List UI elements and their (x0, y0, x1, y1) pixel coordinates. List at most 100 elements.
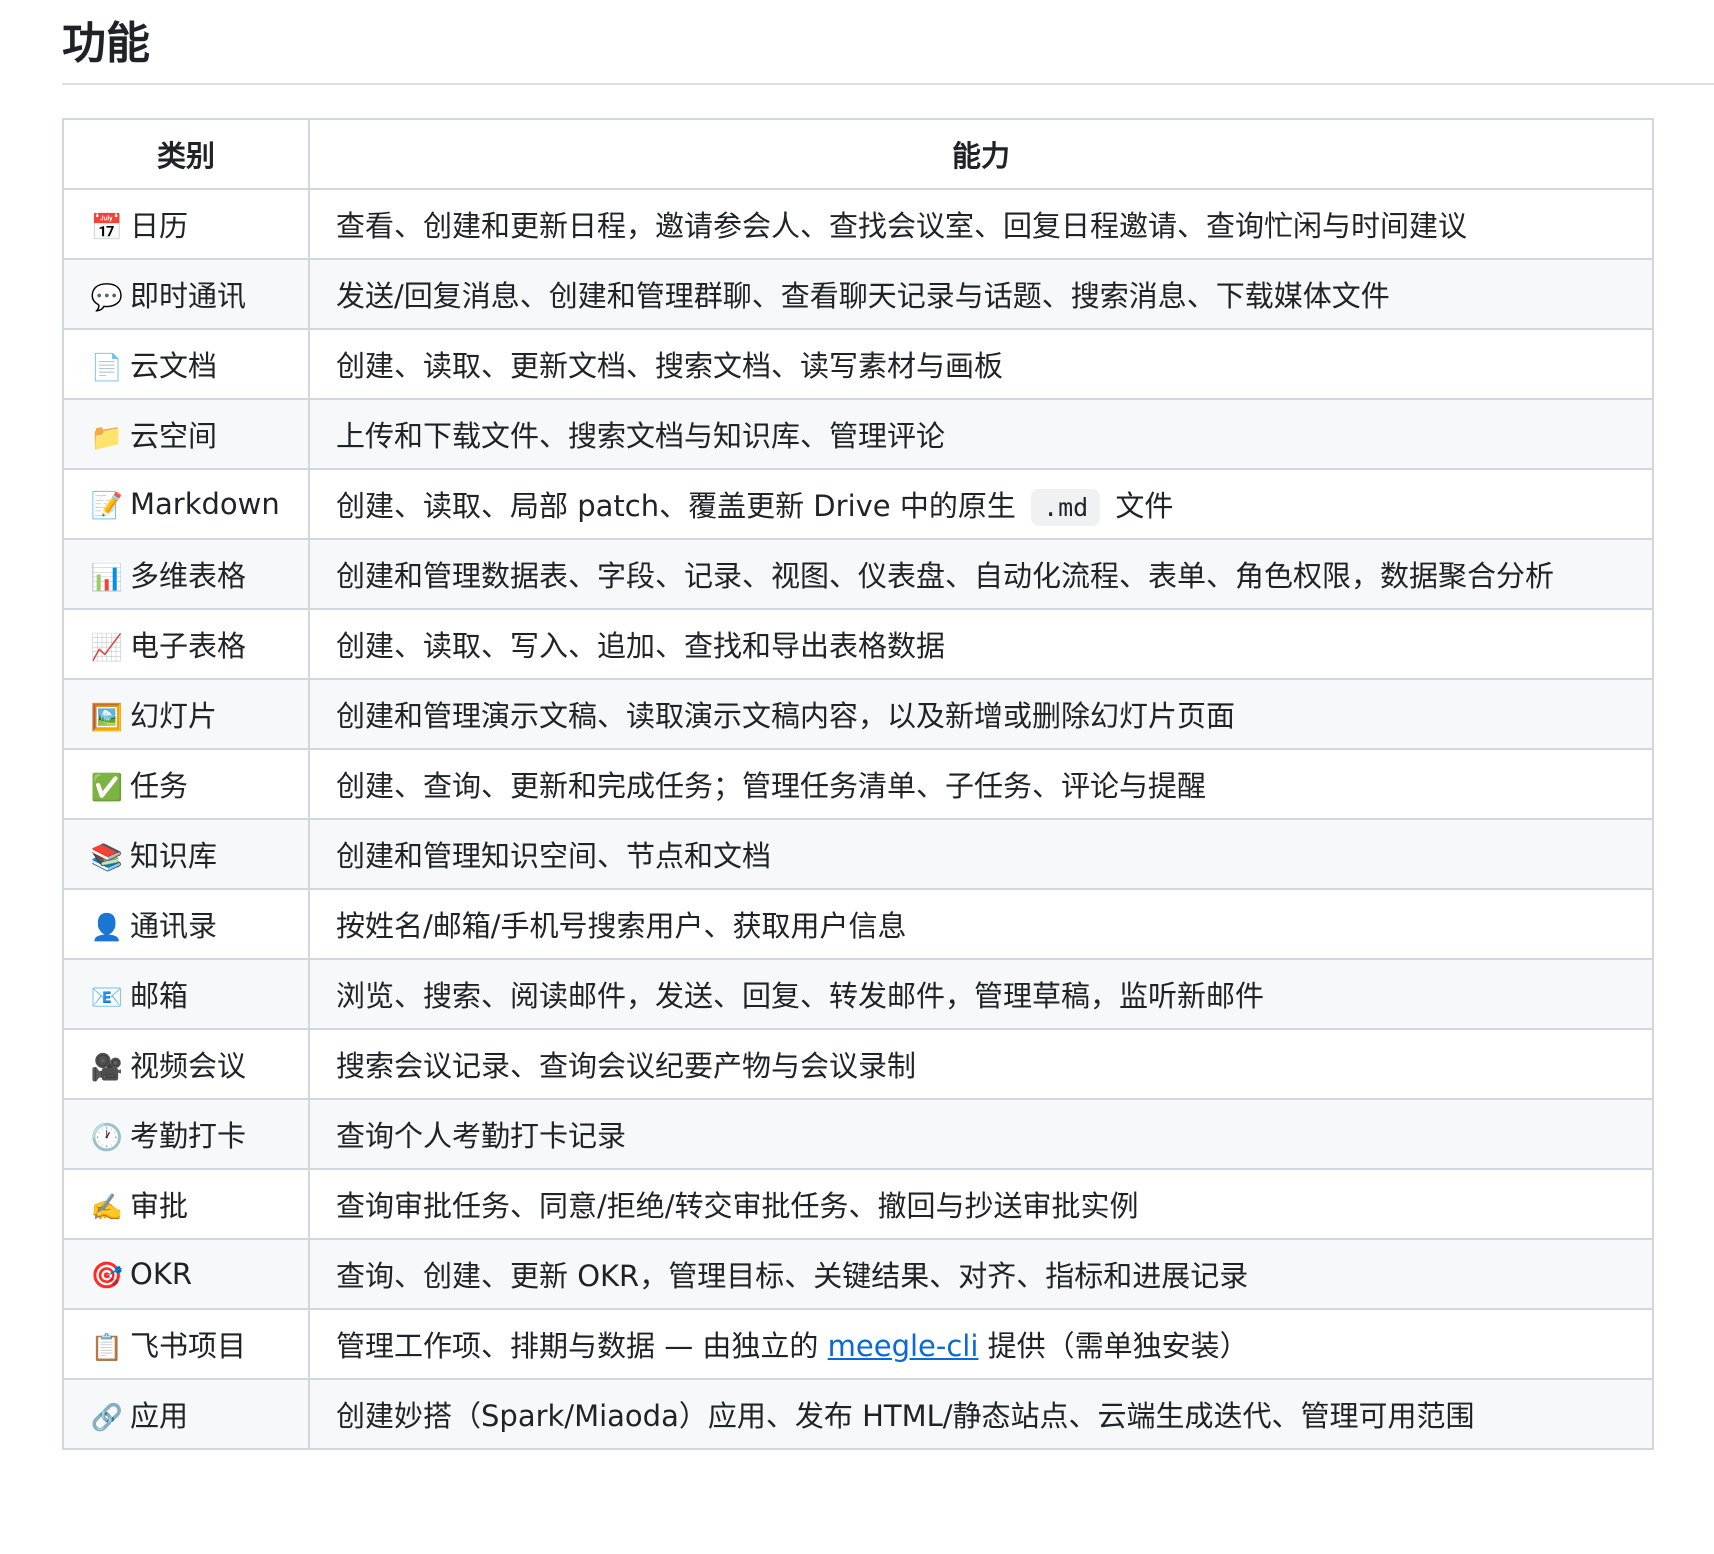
table-row: 📁 云空间 上传和下载文件、搜索文档与知识库、管理评论 (62, 398, 1654, 470)
ability-cell: 查询、创建、更新 OKR，管理目标、关键结果、对齐、指标和进展记录 (308, 1238, 1654, 1310)
table-row: ✅ 任务 创建、查询、更新和完成任务；管理任务清单、子任务、评论与提醒 (62, 748, 1654, 820)
category-cell: 📊 多维表格 (62, 538, 310, 610)
ability-cell: 查询个人考勤打卡记录 (308, 1098, 1654, 1170)
email-icon: 📧 (90, 983, 124, 1013)
category-label: 邮箱 (130, 979, 189, 1013)
category-cell: 📚 知识库 (62, 818, 310, 890)
ability-text: 创建和管理知识空间、节点和文档 (336, 839, 772, 873)
bar-chart-icon: 📊 (90, 563, 124, 593)
ability-text: 按姓名/邮箱/手机号搜索用户、获取用户信息 (336, 909, 907, 943)
category-label: 任务 (130, 769, 189, 803)
inline-code: .md (1031, 489, 1101, 526)
heading-divider (62, 83, 1714, 85)
ability-cell: 创建和管理演示文稿、读取演示文稿内容，以及新增或删除幻灯片页面 (308, 678, 1654, 750)
table-row: 📅 日历 查看、创建和更新日程，邀请参会人、查找会议室、回复日程邀请、查询忙闲与时间… (62, 188, 1654, 260)
ability-cell: 查看、创建和更新日程，邀请参会人、查找会议室、回复日程邀请、查询忙闲与时间建议 (308, 188, 1654, 260)
category-label: 视频会议 (130, 1049, 247, 1083)
ability-cell: 创建和管理数据表、字段、记录、视图、仪表盘、自动化流程、表单、角色权限，数据聚合… (308, 538, 1654, 610)
table-row: 🕐 考勤打卡 查询个人考勤打卡记录 (62, 1098, 1654, 1170)
table-row: 🔗 应用 创建妙搭（Spark/Miaoda）应用、发布 HTML/静态站点、云端生… (62, 1378, 1654, 1450)
ability-text: 查询审批任务、同意/拒绝/转交审批任务、撤回与抄送审批实例 (336, 1189, 1139, 1223)
category-cell: ✍️ 审批 (62, 1168, 310, 1240)
category-cell: 📄 云文档 (62, 328, 310, 400)
ability-cell: 创建、读取、写入、追加、查找和导出表格数据 (308, 608, 1654, 680)
framed-picture-icon: 🖼️ (90, 703, 124, 733)
features-table: 类别 能力 📅 日历 查看、创建和更新日程，邀请参会人、查找会议室、回复日程邀请、查… (62, 118, 1654, 1450)
category-cell: 📝 Markdown (62, 468, 310, 540)
memo-icon: 📝 (90, 491, 124, 521)
calendar-icon: 📅 (90, 213, 124, 243)
ability-text: 查询、创建、更新 OKR，管理目标、关键结果、对齐、指标和进展记录 (336, 1259, 1249, 1293)
table-row: 📈 电子表格 创建、读取、写入、追加、查找和导出表格数据 (62, 608, 1654, 680)
category-cell: 📧 邮箱 (62, 958, 310, 1030)
category-cell: ✅ 任务 (62, 748, 310, 820)
category-label: Markdown (130, 487, 280, 521)
ability-text: 浏览、搜索、阅读邮件，发送、回复、转发邮件，管理草稿，监听新邮件 (336, 979, 1265, 1013)
ability-text: 创建、读取、写入、追加、查找和导出表格数据 (336, 629, 946, 663)
page-icon: 📄 (90, 353, 124, 383)
ability-text: 查看、创建和更新日程，邀请参会人、查找会议室、回复日程邀请、查询忙闲与时间建议 (336, 209, 1468, 243)
trend-chart-icon: 📈 (90, 633, 124, 663)
readme-page: 功能 类别 能力 📅 日历 查看、创建和更新日程，邀请参会人、查找会议室、回复日程邀… (0, 0, 1714, 1554)
table-row: 🖼️ 幻灯片 创建和管理演示文稿、读取演示文稿内容，以及新增或删除幻灯片页面 (62, 678, 1654, 750)
table-row: 📚 知识库 创建和管理知识空间、节点和文档 (62, 818, 1654, 890)
ability-cell: 创建、读取、更新文档、搜索文档、读写素材与画板 (308, 328, 1654, 400)
category-label: 应用 (130, 1399, 189, 1433)
category-label: 飞书项目 (130, 1329, 247, 1363)
ability-cell: 上传和下载文件、搜索文档与知识库、管理评论 (308, 398, 1654, 470)
ability-text: 创建、查询、更新和完成任务；管理任务清单、子任务、评论与提醒 (336, 769, 1207, 803)
header-category: 类别 (62, 118, 310, 190)
category-label: 日历 (130, 209, 189, 243)
category-cell: 📁 云空间 (62, 398, 310, 470)
category-cell: 👤 通讯录 (62, 888, 310, 960)
ability-cell: 浏览、搜索、阅读邮件，发送、回复、转发邮件，管理草稿，监听新邮件 (308, 958, 1654, 1030)
table-row: 💬 即时通讯 发送/回复消息、创建和管理群聊、查看聊天记录与话题、搜索消息、下载媒体… (62, 258, 1654, 330)
category-label: 审批 (130, 1189, 189, 1223)
movie-camera-icon: 🎥 (90, 1053, 124, 1083)
ability-cell: 发送/回复消息、创建和管理群聊、查看聊天记录与话题、搜索消息、下载媒体文件 (308, 258, 1654, 330)
category-label: OKR (130, 1257, 192, 1291)
ability-text: 搜索会议记录、查询会议纪要产物与会议录制 (336, 1049, 917, 1083)
category-cell: 🖼️ 幻灯片 (62, 678, 310, 750)
category-label: 通讯录 (130, 909, 218, 943)
table-row: 📝 Markdown 创建、读取、局部 patch、覆盖更新 Drive 中的原生 … (62, 468, 1654, 540)
ability-text: 上传和下载文件、搜索文档与知识库、管理评论 (336, 419, 946, 453)
ability-text: 创建和管理演示文稿、读取演示文稿内容，以及新增或删除幻灯片页面 (336, 699, 1236, 733)
ability-cell: 创建、查询、更新和完成任务；管理任务清单、子任务、评论与提醒 (308, 748, 1654, 820)
table-row: 📋 飞书项目 管理工作项、排期与数据 — 由独立的 meegle-cli 提供（需单… (62, 1308, 1654, 1380)
folder-icon: 📁 (90, 423, 124, 453)
table-row: 👤 通讯录 按姓名/邮箱/手机号搜索用户、获取用户信息 (62, 888, 1654, 960)
ability-text: 创建、读取、更新文档、搜索文档、读写素材与画板 (336, 349, 1004, 383)
clipboard-icon: 📋 (90, 1333, 124, 1363)
writing-hand-icon: ✍️ (90, 1193, 124, 1223)
category-label: 电子表格 (130, 629, 247, 663)
category-cell: 📈 电子表格 (62, 608, 310, 680)
meegle-cli-link[interactable]: meegle-cli (828, 1329, 979, 1363)
category-label: 知识库 (130, 839, 218, 873)
category-label: 考勤打卡 (130, 1119, 247, 1153)
ability-text: 创建妙搭（Spark/Miaoda）应用、发布 HTML/静态站点、云端生成迭代… (336, 1399, 1475, 1433)
ability-cell: 创建、读取、局部 patch、覆盖更新 Drive 中的原生 .md 文件 (308, 468, 1654, 540)
ability-text: 发送/回复消息、创建和管理群聊、查看聊天记录与话题、搜索消息、下载媒体文件 (336, 279, 1390, 313)
category-label: 幻灯片 (130, 699, 218, 733)
target-icon: 🎯 (90, 1261, 124, 1291)
link-icon: 🔗 (90, 1403, 124, 1433)
category-label: 云文档 (130, 349, 218, 383)
ability-cell: 创建和管理知识空间、节点和文档 (308, 818, 1654, 890)
table-row: 🎯 OKR 查询、创建、更新 OKR，管理目标、关键结果、对齐、指标和进展记录 (62, 1238, 1654, 1310)
category-label: 云空间 (130, 419, 218, 453)
section-heading: 功能 (62, 18, 150, 69)
ability-text: 创建、读取、局部 patch、覆盖更新 Drive 中的原生 (336, 489, 1026, 523)
ability-cell: 搜索会议记录、查询会议纪要产物与会议录制 (308, 1028, 1654, 1100)
ability-cell: 创建妙搭（Spark/Miaoda）应用、发布 HTML/静态站点、云端生成迭代… (308, 1378, 1654, 1450)
header-ability: 能力 (308, 118, 1654, 190)
category-cell: 💬 即时通讯 (62, 258, 310, 330)
table-row: 📊 多维表格 创建和管理数据表、字段、记录、视图、仪表盘、自动化流程、表单、角色权限… (62, 538, 1654, 610)
clock-icon: 🕐 (90, 1123, 124, 1153)
category-label: 即时通讯 (130, 279, 247, 313)
table-row: ✍️ 审批 查询审批任务、同意/拒绝/转交审批任务、撤回与抄送审批实例 (62, 1168, 1654, 1240)
category-cell: 🔗 应用 (62, 1378, 310, 1450)
ability-text: 创建和管理数据表、字段、记录、视图、仪表盘、自动化流程、表单、角色权限，数据聚合… (336, 559, 1555, 593)
books-icon: 📚 (90, 843, 124, 873)
table-row: 🎥 视频会议 搜索会议记录、查询会议纪要产物与会议录制 (62, 1028, 1654, 1100)
